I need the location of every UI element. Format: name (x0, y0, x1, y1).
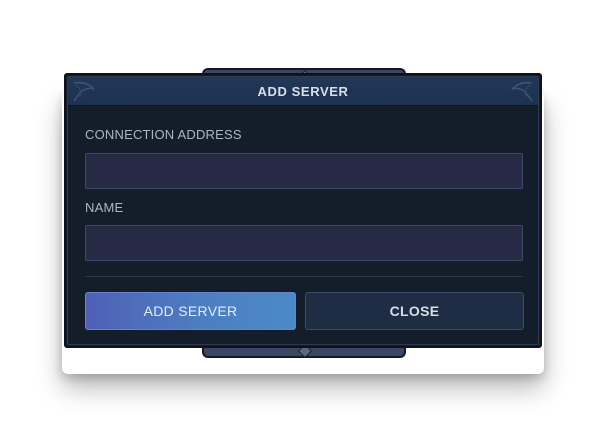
close-button-label: CLOSE (389, 303, 440, 319)
name-label: NAME (85, 200, 124, 215)
corner-ornament-icon (73, 81, 95, 102)
add-server-button-label: ADD SERVER (143, 303, 238, 319)
divider (85, 276, 523, 277)
add-server-button[interactable]: ADD SERVER (85, 292, 296, 330)
dialog-title: ADD SERVER (257, 83, 349, 99)
close-button[interactable]: CLOSE (305, 292, 524, 330)
dialog-title-bar: ADD SERVER (68, 77, 538, 106)
corner-ornament-icon (511, 81, 533, 102)
screen: ADD SERVER CONNECTION ADDRESS NAME ADD S… (0, 0, 592, 444)
connection-address-input[interactable] (85, 153, 523, 189)
name-input[interactable] (85, 225, 523, 261)
add-server-dialog: ADD SERVER CONNECTION ADDRESS NAME ADD S… (64, 73, 542, 348)
connection-address-label: CONNECTION ADDRESS (85, 127, 242, 142)
